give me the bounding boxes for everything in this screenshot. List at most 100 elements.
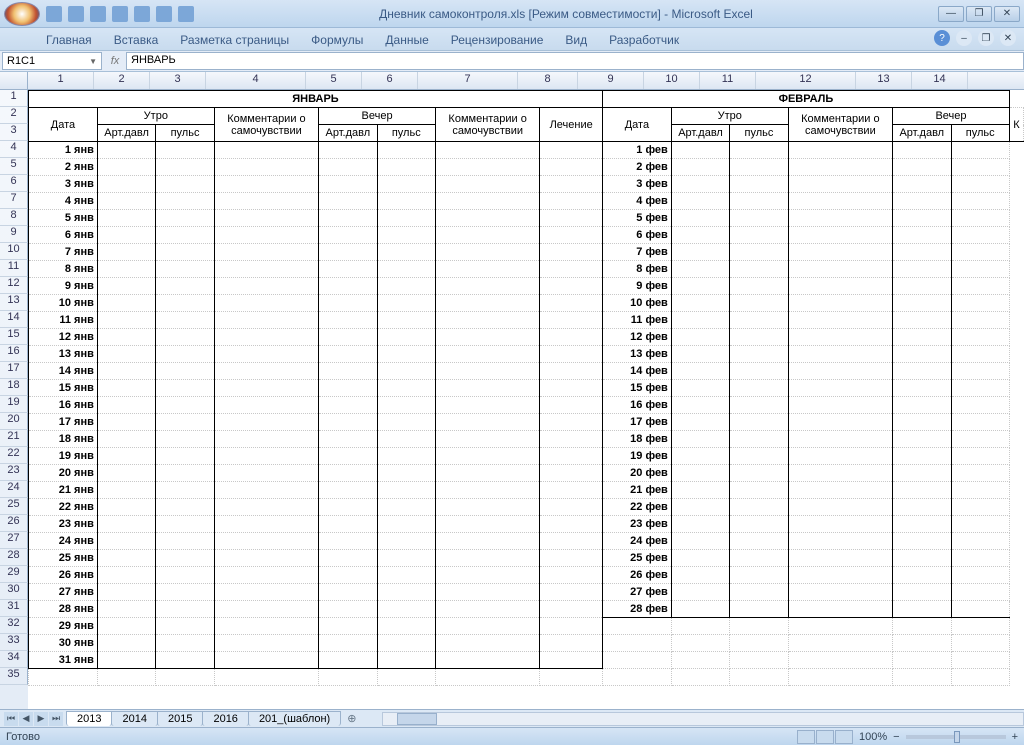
cell[interactable] [97,159,155,176]
cell[interactable] [156,465,214,482]
cell[interactable] [671,499,729,516]
cell[interactable] [319,261,377,278]
cell[interactable] [435,652,539,669]
cell[interactable]: Комментарии о самочувствии [435,108,539,142]
cell[interactable] [951,448,1009,465]
cell[interactable] [214,448,318,465]
cell[interactable]: Вечер [893,108,1010,125]
cell[interactable]: 3 янв [29,176,98,193]
cell[interactable] [377,601,435,618]
cell[interactable] [435,465,539,482]
cell[interactable]: 21 янв [29,482,98,499]
cell[interactable] [156,618,214,635]
cell[interactable] [435,635,539,652]
doc-restore-icon[interactable]: ❐ [978,30,994,46]
cell[interactable] [893,193,951,210]
cell[interactable] [788,278,892,295]
cell[interactable]: 7 фев [602,244,671,261]
cell[interactable] [788,244,892,261]
cell[interactable] [435,159,539,176]
cell[interactable] [214,142,318,159]
cell[interactable]: Вечер [319,108,436,125]
cell[interactable] [540,652,603,669]
cell[interactable] [893,516,951,533]
cell[interactable] [893,142,951,159]
cell[interactable] [893,363,951,380]
cell[interactable] [156,567,214,584]
cell[interactable] [788,601,892,618]
cell[interactable] [788,448,892,465]
row-header[interactable]: 22 [0,447,28,464]
zoom-slider[interactable] [906,735,1006,739]
close-button[interactable]: ✕ [994,6,1020,22]
cell[interactable] [951,516,1009,533]
cell[interactable] [319,295,377,312]
cell[interactable] [730,278,788,295]
cell[interactable] [951,414,1009,431]
column-header[interactable]: 2 [94,72,150,89]
cell[interactable]: Дата [602,108,671,142]
cell[interactable] [540,567,603,584]
cell[interactable] [730,448,788,465]
cell[interactable] [788,329,892,346]
cell[interactable] [951,380,1009,397]
cell[interactable]: 22 янв [29,499,98,516]
cell[interactable] [671,567,729,584]
cell[interactable] [540,601,603,618]
cell[interactable] [730,584,788,601]
cell[interactable] [540,584,603,601]
cell[interactable] [788,431,892,448]
cell[interactable] [214,193,318,210]
cell[interactable] [435,227,539,244]
cell[interactable] [214,380,318,397]
cell[interactable] [435,499,539,516]
cell[interactable] [540,550,603,567]
cell[interactable] [951,346,1009,363]
cell[interactable] [156,431,214,448]
column-header[interactable]: 1 [28,72,94,89]
cell[interactable]: 27 фев [602,584,671,601]
cell[interactable] [540,312,603,329]
qat-item-icon[interactable] [156,6,172,22]
cell[interactable] [435,601,539,618]
cell[interactable] [540,533,603,550]
cell[interactable] [730,312,788,329]
cell[interactable] [951,533,1009,550]
cell[interactable] [435,142,539,159]
cell[interactable] [97,363,155,380]
cell[interactable] [951,431,1009,448]
cell[interactable] [377,550,435,567]
cell[interactable] [788,295,892,312]
cell[interactable]: 6 фев [602,227,671,244]
cell[interactable]: 8 фев [602,261,671,278]
row-header[interactable]: 10 [0,243,28,260]
cell[interactable]: 7 янв [29,244,98,261]
cell[interactable] [319,533,377,550]
prev-sheet-icon[interactable]: ◀ [19,712,33,726]
cell[interactable] [671,652,729,669]
cell[interactable] [377,210,435,227]
view-normal-icon[interactable] [797,730,815,744]
cell[interactable] [951,329,1009,346]
cell[interactable] [214,584,318,601]
cell[interactable] [214,363,318,380]
cell[interactable] [730,533,788,550]
cell[interactable]: 13 фев [602,346,671,363]
cell[interactable] [435,397,539,414]
cell[interactable] [730,397,788,414]
row-header[interactable]: 5 [0,158,28,175]
cell[interactable] [893,244,951,261]
chevron-down-icon[interactable]: ▼ [89,57,97,66]
cell[interactable] [893,567,951,584]
cell[interactable] [730,618,788,635]
cell[interactable] [214,533,318,550]
column-header[interactable]: 13 [856,72,912,89]
cell[interactable] [377,618,435,635]
doc-close-icon[interactable]: ✕ [1000,30,1016,46]
cell[interactable] [435,550,539,567]
cell[interactable] [435,244,539,261]
cell[interactable] [156,669,214,686]
cell[interactable] [951,584,1009,601]
sheet-tab[interactable]: 201_(шаблон) [248,711,341,726]
cell[interactable]: Арт.давл [893,125,951,142]
